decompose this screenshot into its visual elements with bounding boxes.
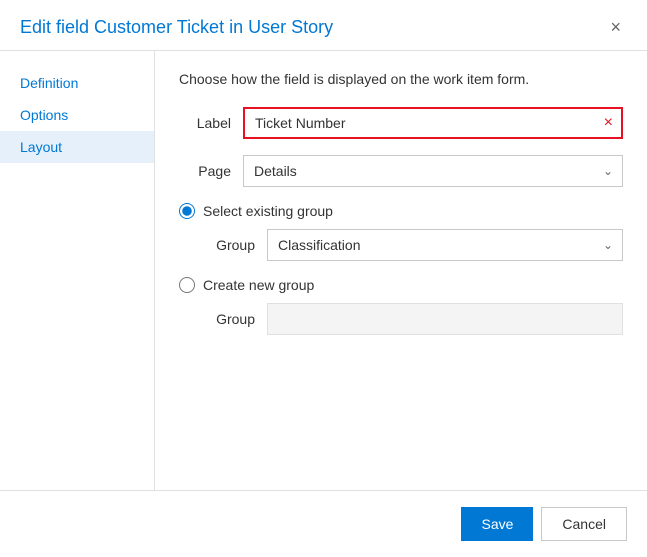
- dialog-footer: Save Cancel: [0, 490, 647, 557]
- select-existing-group-section: Select existing group Group Classificati…: [179, 203, 623, 261]
- clear-label-button[interactable]: ×: [596, 111, 621, 135]
- new-group-label: Group: [203, 311, 255, 327]
- page-select[interactable]: Details Description Links Attachments: [243, 155, 623, 187]
- select-existing-radio[interactable]: [179, 203, 195, 219]
- form-description: Choose how the field is displayed on the…: [179, 71, 623, 87]
- new-group-input[interactable]: [267, 303, 623, 335]
- radio-section: Select existing group Group Classificati…: [179, 203, 623, 335]
- label-input-container: ×: [243, 107, 623, 139]
- create-new-group-section: Create new group Group: [179, 277, 623, 335]
- sidebar-item-options[interactable]: Options: [0, 99, 154, 131]
- create-new-label[interactable]: Create new group: [203, 277, 314, 293]
- select-existing-label[interactable]: Select existing group: [203, 203, 333, 219]
- sidebar: Definition Options Layout: [0, 51, 155, 490]
- page-field-label: Page: [179, 163, 231, 179]
- edit-field-dialog: Edit field Customer Ticket in User Story…: [0, 0, 647, 557]
- label-field-label: Label: [179, 115, 231, 131]
- cancel-button[interactable]: Cancel: [541, 507, 627, 541]
- dialog-title: Edit field Customer Ticket in User Story: [20, 17, 333, 38]
- save-button[interactable]: Save: [461, 507, 533, 541]
- dialog-header: Edit field Customer Ticket in User Story…: [0, 0, 647, 51]
- create-new-radio[interactable]: [179, 277, 195, 293]
- existing-group-row: Group Classification Planning Status ⌄: [203, 229, 623, 261]
- group-select[interactable]: Classification Planning Status: [267, 229, 623, 261]
- main-content: Choose how the field is displayed on the…: [155, 51, 647, 490]
- group-select-wrapper: Classification Planning Status ⌄: [267, 229, 623, 261]
- page-select-wrapper: Details Description Links Attachments ⌄: [243, 155, 623, 187]
- label-input[interactable]: [245, 109, 596, 137]
- create-new-radio-row: Create new group: [179, 277, 623, 293]
- label-row: Label ×: [179, 107, 623, 139]
- dialog-body: Definition Options Layout Choose how the…: [0, 51, 647, 490]
- existing-group-label: Group: [203, 237, 255, 253]
- close-button[interactable]: ×: [604, 16, 627, 38]
- sidebar-item-definition[interactable]: Definition: [0, 67, 154, 99]
- page-row: Page Details Description Links Attachmen…: [179, 155, 623, 187]
- sidebar-item-layout[interactable]: Layout: [0, 131, 154, 163]
- new-group-row: Group: [203, 303, 623, 335]
- select-existing-radio-row: Select existing group: [179, 203, 623, 219]
